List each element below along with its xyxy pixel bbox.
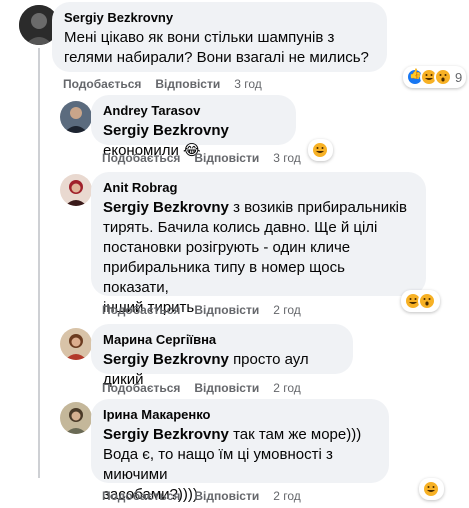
reply-button[interactable]: Відповісти — [194, 303, 259, 317]
comment-author[interactable]: Марина Сергіївна — [103, 332, 341, 348]
like-button[interactable]: Подобається — [102, 381, 180, 395]
like-button[interactable]: Подобається — [63, 77, 141, 91]
mention-link[interactable]: Sergiy Bezkrovny — [103, 199, 229, 216]
comment-author[interactable]: Ірина Макаренко — [103, 407, 377, 423]
haha-reaction-icon — [422, 480, 440, 498]
comment-author[interactable]: Andrey Tarasov — [103, 103, 284, 119]
avatar[interactable] — [60, 101, 92, 133]
comment-text: Мені цікаво як вони стільки шампунів з г… — [64, 29, 369, 66]
comment-actions: Подобається Відповісти 3 год — [102, 151, 301, 165]
reply-button[interactable]: Відповісти — [194, 489, 259, 503]
comment-author[interactable]: Sergiy Bezkrovny — [64, 10, 375, 26]
like-button[interactable]: Подобається — [102, 489, 180, 503]
comment-bubble: Ірина Макаренко Sergiy Bezkrovny так там… — [91, 399, 389, 503]
like-button[interactable]: Подобається — [102, 303, 180, 317]
comment-actions: Подобається Відповісти 2 год — [102, 303, 301, 317]
comment-actions: Подобається Відповісти 2 год — [102, 489, 301, 503]
comment-text-line: тирять. Бачила колись давно. Ще й цілі — [103, 219, 378, 236]
comment-bubble: Марина Сергіївна Sergiy Bezkrovny просто… — [91, 324, 353, 388]
comment-bubble: Andrey Tarasov Sergiy Bezkrovny економил… — [91, 95, 296, 159]
like-button[interactable]: Подобається — [102, 151, 180, 165]
comment-bubble: Sergiy Bezkrovny Мені цікаво як вони сті… — [52, 2, 387, 72]
comment-author[interactable]: Anit Robrag — [103, 180, 414, 196]
comment-text-line: Вода є, то нащо їм ці умовності з миючим… — [103, 446, 333, 483]
reaction-count: 9 — [455, 69, 463, 85]
comment-time[interactable]: 2 год — [273, 489, 301, 503]
comment-text-line: прибиральника типу в номер щось показати… — [103, 259, 345, 296]
avatar[interactable] — [60, 174, 92, 206]
avatar[interactable] — [60, 328, 92, 360]
mention-link[interactable]: Sergiy Bezkrovny — [103, 122, 229, 139]
reply-button[interactable]: Відповісти — [155, 77, 220, 91]
reply-button[interactable]: Відповісти — [194, 381, 259, 395]
haha-reaction-icon — [311, 141, 329, 159]
wow-reaction-icon — [418, 292, 436, 310]
comment-actions: Подобається Відповісти 2 год — [102, 381, 301, 395]
comment-text-line: постановки розігрують - один кличе — [103, 239, 351, 256]
comment-text: Sergiy Bezkrovny з возиків прибиральникі… — [103, 198, 414, 318]
reaction-summary[interactable] — [419, 478, 444, 500]
comment-time[interactable]: 3 год — [234, 77, 262, 91]
comment-time[interactable]: 3 год — [273, 151, 301, 165]
reaction-summary[interactable] — [401, 290, 440, 312]
reply-button[interactable]: Відповісти — [194, 151, 259, 165]
mention-link[interactable]: Sergiy Bezkrovny — [103, 426, 229, 443]
avatar[interactable] — [60, 402, 92, 434]
mention-link[interactable]: Sergiy Bezkrovny — [103, 351, 229, 368]
reaction-summary[interactable] — [308, 139, 333, 161]
comment-actions: Подобається Відповісти 3 год — [63, 77, 262, 91]
reply-thread-line — [38, 48, 40, 478]
wow-reaction-icon — [434, 68, 452, 86]
comment-time[interactable]: 2 год — [273, 303, 301, 317]
comment-time[interactable]: 2 год — [273, 381, 301, 395]
comment-text-body: з возиків прибиральників — [233, 199, 407, 216]
comment-bubble: Anit Robrag Sergiy Bezkrovny з возиків п… — [91, 172, 426, 316]
reaction-summary[interactable]: 9 — [403, 66, 467, 88]
comment-text-body: так там же море))) — [233, 426, 362, 443]
